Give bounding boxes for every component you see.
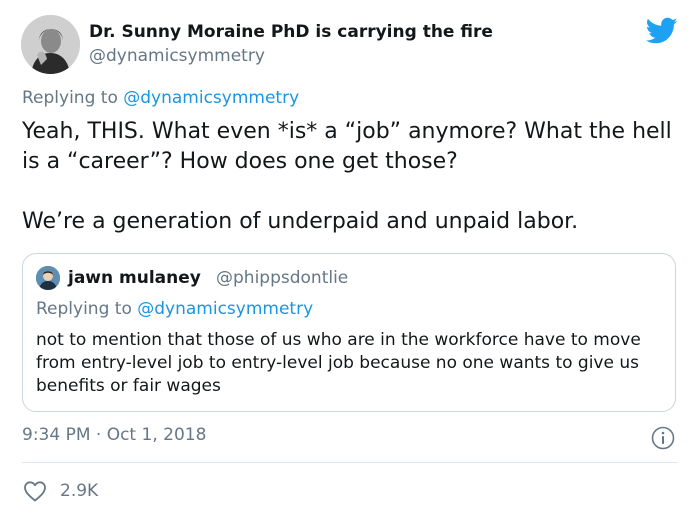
quote-author-handle[interactable]: @phippsdontlie (216, 268, 348, 288)
tweet-text: Yeah, THIS. What even *is* a “job” anymo… (22, 117, 682, 237)
quote-author-name[interactable]: jawn mulaney (68, 268, 201, 288)
author-avatar[interactable] (21, 15, 80, 74)
like-count[interactable]: 2.9K (60, 481, 98, 501)
replying-to-handle[interactable]: @dynamicsymmetry (123, 88, 299, 108)
twitter-bird-icon[interactable] (646, 17, 678, 45)
author-handle[interactable]: @dynamicsymmetry (89, 46, 265, 66)
tweet-paragraph: We’re a generation of underpaid and unpa… (22, 209, 579, 234)
tweet-paragraph: Yeah, THIS. What even *is* a “job” anymo… (22, 119, 672, 174)
heart-icon[interactable] (23, 480, 47, 502)
quote-replying-to: Replying to @dynamicsymmetry (36, 299, 313, 319)
quote-replying-to-label: Replying to (36, 299, 132, 319)
replying-to: Replying to @dynamicsymmetry (22, 88, 299, 108)
tweet-card: Dr. Sunny Moraine PhD is carrying the fi… (0, 0, 700, 517)
quote-text: not to mention that those of us who are … (36, 330, 641, 396)
tweet-timestamp[interactable]: 9:34 PM · Oct 1, 2018 (22, 425, 206, 445)
divider (22, 462, 678, 463)
replying-to-label: Replying to (22, 88, 118, 108)
quoted-tweet[interactable]: jawn mulaney @phippsdontlie Replying to … (22, 253, 676, 412)
info-icon[interactable] (651, 426, 675, 450)
quote-replying-to-handle[interactable]: @dynamicsymmetry (137, 299, 313, 319)
quote-avatar[interactable] (36, 266, 60, 290)
author-name[interactable]: Dr. Sunny Moraine PhD is carrying the fi… (89, 22, 493, 42)
quote-avatar-portrait-icon (36, 266, 60, 290)
avatar-portrait-icon (21, 15, 80, 74)
